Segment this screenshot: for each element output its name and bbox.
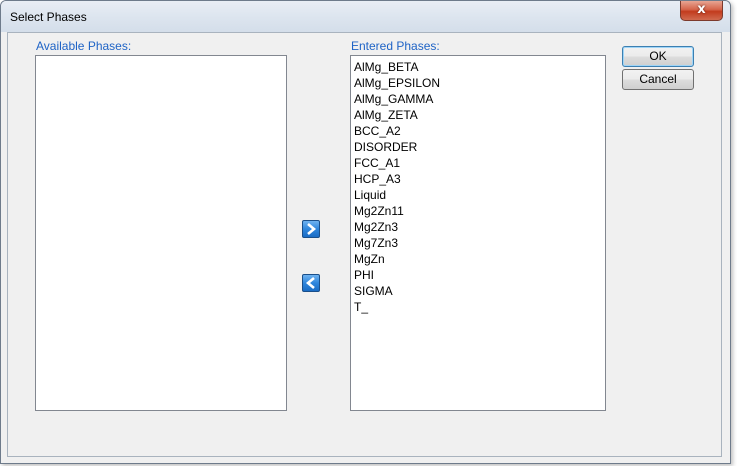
close-button[interactable]: x <box>680 1 723 21</box>
move-left-button[interactable] <box>302 274 320 292</box>
entered-phases-items: AlMg_BETA AlMg_EPSILON AlMg_GAMMA AlMg_ZETA… <box>351 56 605 315</box>
cancel-button[interactable]: Cancel <box>622 69 694 90</box>
list-item[interactable]: AlMg_BETA <box>354 59 605 75</box>
list-item[interactable]: Liquid <box>354 187 605 203</box>
entered-phases-label: Entered Phases: <box>351 39 440 53</box>
list-item[interactable]: FCC_A1 <box>354 155 605 171</box>
move-right-button[interactable] <box>302 220 320 238</box>
list-item[interactable]: PHI <box>354 267 605 283</box>
list-item[interactable]: MgZn <box>354 251 605 267</box>
available-phases-label: Available Phases: <box>36 39 132 53</box>
chevron-left-icon <box>305 277 315 289</box>
window-title: Select Phases <box>10 10 87 24</box>
dialog-body: Available Phases: Entered Phases: AlMg_B… <box>7 32 722 457</box>
chevron-right-icon <box>307 223 317 235</box>
list-item[interactable]: DISORDER <box>354 139 605 155</box>
title-bar[interactable]: Select Phases x <box>1 1 730 32</box>
list-item[interactable]: AlMg_ZETA <box>354 107 605 123</box>
list-item[interactable]: HCP_A3 <box>354 171 605 187</box>
select-phases-dialog: Select Phases x Available Phases: Entere… <box>0 0 731 464</box>
entered-phases-list[interactable]: AlMg_BETA AlMg_EPSILON AlMg_GAMMA AlMg_ZETA… <box>350 55 606 411</box>
available-phases-list[interactable] <box>35 55 287 411</box>
list-item[interactable]: Mg7Zn3 <box>354 235 605 251</box>
list-item[interactable]: T_ <box>354 299 605 315</box>
list-item[interactable]: BCC_A2 <box>354 123 605 139</box>
available-phases-items <box>36 56 286 59</box>
ok-button[interactable]: OK <box>622 46 694 67</box>
list-item[interactable]: SIGMA <box>354 283 605 299</box>
list-item[interactable]: AlMg_EPSILON <box>354 75 605 91</box>
list-item[interactable]: AlMg_GAMMA <box>354 91 605 107</box>
list-item[interactable]: Mg2Zn3 <box>354 219 605 235</box>
list-item[interactable]: Mg2Zn11 <box>354 203 605 219</box>
close-icon: x <box>697 2 706 17</box>
